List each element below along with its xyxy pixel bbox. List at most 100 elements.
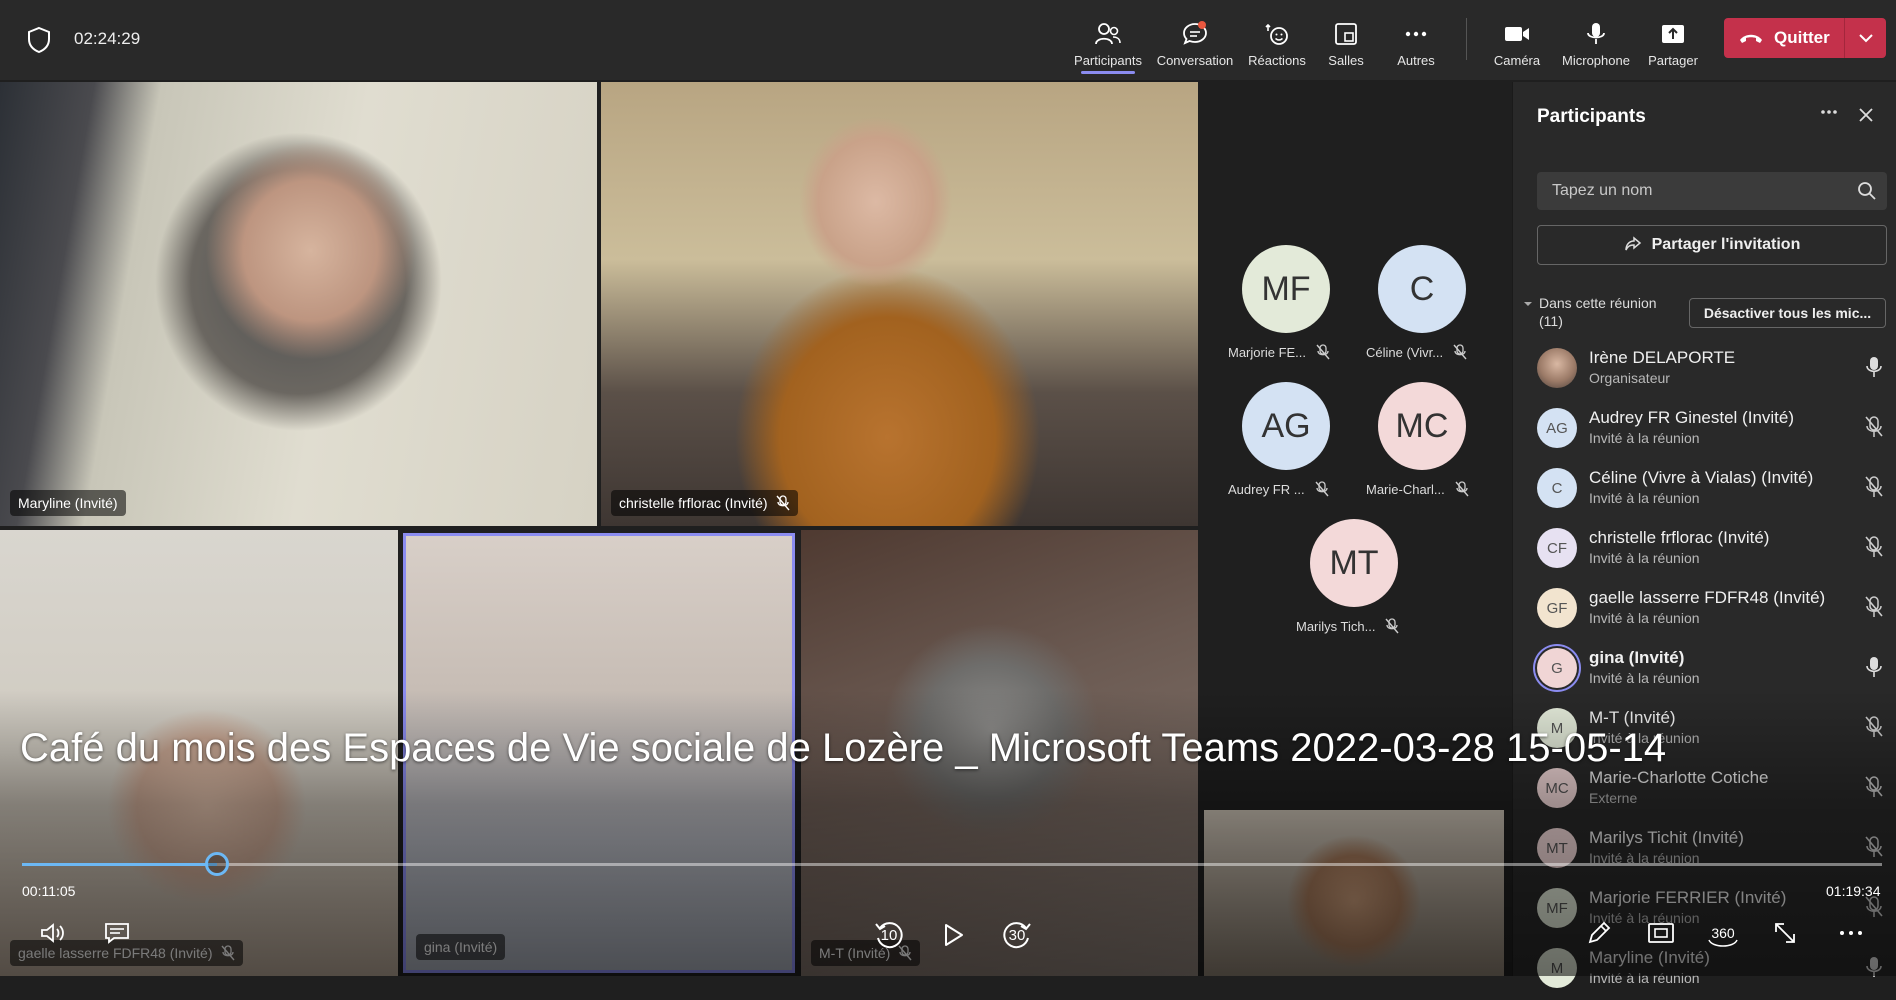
- avatar-label: Marilys Tich...: [1296, 618, 1400, 634]
- participant-search: [1537, 172, 1887, 210]
- microphone-button[interactable]: Microphone: [1554, 12, 1638, 68]
- avatar[interactable]: C: [1378, 245, 1466, 333]
- share-invitation-button[interactable]: Partager l'invitation: [1537, 225, 1887, 265]
- mic-off-icon: [776, 495, 790, 511]
- panel-close-button[interactable]: [1857, 106, 1875, 129]
- participants-button[interactable]: Participants: [1070, 12, 1146, 74]
- play-icon: [945, 924, 963, 946]
- search-icon[interactable]: [1857, 181, 1877, 201]
- shield-icon[interactable]: [26, 26, 52, 54]
- avatar-label-text: Marilys Tich...: [1296, 618, 1376, 634]
- participant-role: Invité à la réunion: [1589, 430, 1700, 446]
- video-tile[interactable]: christelle frflorac (Invité): [601, 82, 1198, 526]
- participant-role: Invité à la réunion: [1589, 490, 1700, 506]
- panel-more-button[interactable]: [1819, 102, 1839, 128]
- share-invitation-label: Partager l'invitation: [1651, 236, 1801, 253]
- more-button[interactable]: Autres: [1384, 12, 1448, 68]
- reactions-button[interactable]: Réactions: [1242, 12, 1312, 68]
- participant-mic-status[interactable]: [1865, 776, 1883, 803]
- participant-mic-status[interactable]: [1865, 656, 1883, 683]
- participant-mic-status[interactable]: [1865, 476, 1883, 503]
- player-more-button[interactable]: [1836, 918, 1866, 948]
- current-time: 00:11:05: [22, 883, 76, 899]
- participant-row[interactable]: GF gaelle lasserre FDFR48 (Invité) Invité …: [1513, 580, 1896, 640]
- avatar[interactable]: MC: [1378, 382, 1466, 470]
- participant-mic-status[interactable]: [1865, 716, 1883, 743]
- participant-mic-status[interactable]: [1865, 536, 1883, 563]
- annotate-button[interactable]: [1584, 918, 1614, 948]
- rooms-icon: [1335, 23, 1357, 45]
- quit-options-button[interactable]: [1845, 33, 1886, 43]
- share-button[interactable]: Partager: [1644, 12, 1702, 68]
- avatar[interactable]: MF: [1242, 245, 1330, 333]
- participant-avatar: G: [1537, 648, 1577, 688]
- video-label: christelle frflorac (Invité): [611, 490, 798, 516]
- microphone-label: Microphone: [1562, 53, 1630, 68]
- participant-initials: G: [1551, 659, 1563, 677]
- progress-thumb[interactable]: [205, 852, 230, 876]
- participant-row[interactable]: CF christelle frflorac (Invité) Invité à l…: [1513, 520, 1896, 580]
- vr-360-button[interactable]: 360: [1706, 918, 1740, 948]
- participant-avatar: GF: [1537, 588, 1577, 628]
- reactions-label: Réactions: [1248, 53, 1306, 68]
- section-header[interactable]: Dans cette réunion (11): [1523, 294, 1657, 330]
- camera-icon: [1505, 27, 1529, 41]
- chevron-down-icon: [1858, 34, 1873, 43]
- mic-off-icon: [220, 945, 235, 961]
- meeting-timer: 02:24:29: [74, 29, 141, 48]
- participant-row[interactable]: C Céline (Vivre à Vialas) (Invité) Invité …: [1513, 460, 1896, 520]
- quit-button[interactable]: Quitter: [1724, 28, 1844, 48]
- participant-row[interactable]: Irène DELAPORTE Organisateur: [1513, 340, 1896, 400]
- rooms-button[interactable]: Salles: [1318, 12, 1374, 68]
- participant-mic-status[interactable]: [1865, 416, 1883, 443]
- self-view-tile[interactable]: [1204, 810, 1504, 976]
- duration: 01:19:34: [1826, 883, 1881, 899]
- progress-bar[interactable]: [22, 852, 1882, 876]
- participant-initials: M: [1550, 959, 1564, 977]
- fullscreen-button[interactable]: [1770, 918, 1800, 948]
- rotate-360-icon: [1708, 939, 1738, 947]
- participant-name: Maryline (Invité): [1589, 948, 1710, 967]
- avatar[interactable]: MT: [1310, 519, 1398, 607]
- avatar-initials: MT: [1329, 543, 1379, 582]
- volume-button[interactable]: [38, 918, 68, 948]
- avatar-label-text: Marie-Charl...: [1366, 481, 1445, 497]
- toolbar-divider: [1466, 18, 1467, 60]
- picture-in-picture-button[interactable]: [1646, 918, 1676, 948]
- avatar-initials: AG: [1261, 406, 1311, 445]
- share-label: Partager: [1648, 53, 1698, 68]
- microphone-icon: [1866, 957, 1882, 977]
- rewind-button[interactable]: 10: [872, 918, 906, 952]
- meeting-toolbar: 02:24:29 Participants Conversation Réact…: [0, 0, 1896, 80]
- participant-row[interactable]: M Maryline (Invité) Invité à la réunion: [1513, 940, 1896, 1000]
- participant-mic-status[interactable]: [1865, 596, 1883, 623]
- search-input[interactable]: [1537, 172, 1847, 210]
- camera-label: Caméra: [1493, 53, 1541, 68]
- participant-role: Invité à la réunion: [1589, 970, 1700, 986]
- mic-off-icon: [1385, 618, 1400, 634]
- camera-button[interactable]: Caméra: [1486, 12, 1548, 68]
- video-label-text: Maryline (Invité): [18, 495, 118, 511]
- participant-avatar: M: [1537, 948, 1577, 988]
- participant-mic-status[interactable]: [1865, 836, 1883, 863]
- captions-button[interactable]: [102, 918, 132, 948]
- participant-mic-status[interactable]: [1865, 896, 1883, 923]
- participant-mic-status[interactable]: [1865, 356, 1883, 383]
- mic-off-icon: [1865, 416, 1883, 437]
- more-label: Autres: [1397, 53, 1435, 68]
- video-title: Café du mois des Espaces de Vie sociale …: [20, 726, 1667, 770]
- avatar[interactable]: AG: [1242, 382, 1330, 470]
- participant-row[interactable]: AG Audrey FR Ginestel (Invité) Invité à la…: [1513, 400, 1896, 460]
- close-icon: [1859, 108, 1873, 122]
- participant-mic-status[interactable]: [1865, 956, 1883, 983]
- captions-icon: [105, 923, 129, 944]
- video-tile[interactable]: Maryline (Invité): [0, 82, 597, 526]
- participant-row[interactable]: MT Marilys Tichit (Invité) Invité à la réu…: [1513, 820, 1896, 880]
- forward-button[interactable]: 30: [1000, 918, 1034, 952]
- play-button[interactable]: [938, 920, 968, 950]
- participant-row[interactable]: Ggina (Invité) Invité à la réunion: [1513, 640, 1896, 700]
- mute-all-button[interactable]: Désactiver tous les mic...: [1689, 298, 1886, 328]
- conversation-button[interactable]: Conversation: [1152, 12, 1238, 68]
- picture-in-picture-icon: [1648, 923, 1674, 943]
- more-icon: [1821, 110, 1837, 114]
